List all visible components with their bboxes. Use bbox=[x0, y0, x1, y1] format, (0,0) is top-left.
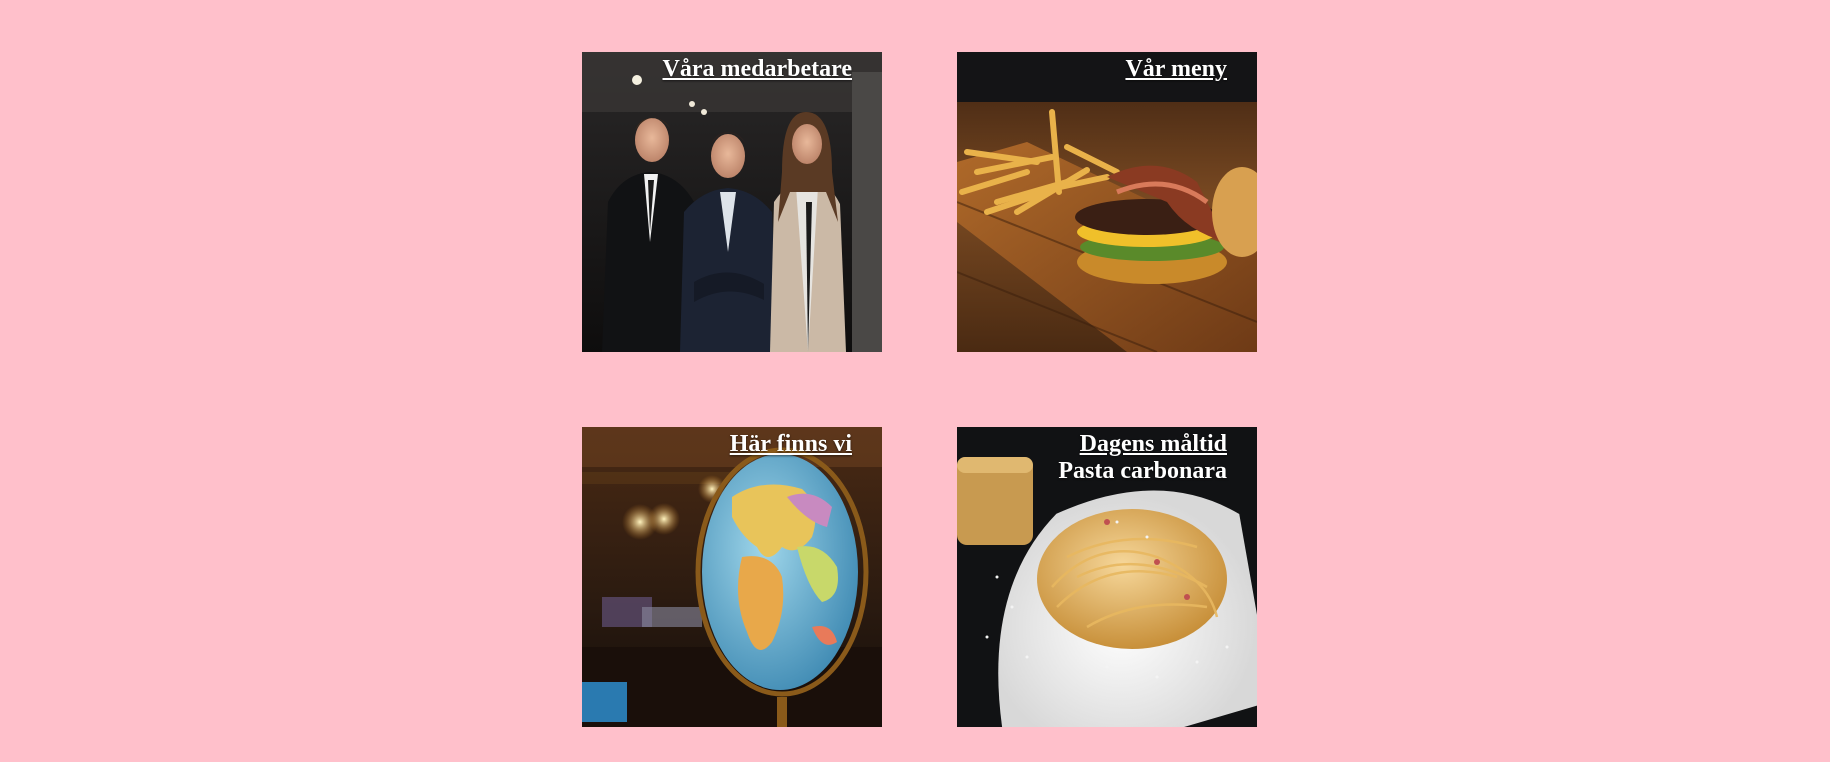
tile-caption: Våra medarbetare bbox=[663, 56, 853, 83]
tile-caption: Dagens måltid Pasta carbonara bbox=[1058, 431, 1227, 485]
tile-grid: Våra medarbetare Vår meny Här finns vi D… bbox=[582, 52, 1257, 727]
tile-daily-meal[interactable]: Dagens måltid Pasta carbonara bbox=[957, 427, 1257, 727]
tile-menu[interactable]: Vår meny bbox=[957, 52, 1257, 352]
tile-staff[interactable]: Våra medarbetare bbox=[582, 52, 882, 352]
tile-caption: Här finns vi bbox=[730, 431, 852, 458]
daily-meal-link[interactable]: Dagens måltid bbox=[1080, 431, 1227, 457]
staff-link[interactable]: Våra medarbetare bbox=[663, 56, 853, 82]
menu-link[interactable]: Vår meny bbox=[1125, 56, 1227, 82]
staff-photo bbox=[582, 52, 882, 352]
daily-meal-subtitle: Pasta carbonara bbox=[1058, 458, 1227, 484]
tile-location[interactable]: Här finns vi bbox=[582, 427, 882, 727]
globe-photo bbox=[582, 427, 882, 727]
location-link[interactable]: Här finns vi bbox=[730, 431, 852, 457]
burger-and-fries-photo bbox=[957, 52, 1257, 352]
tile-caption: Vår meny bbox=[1125, 56, 1227, 83]
